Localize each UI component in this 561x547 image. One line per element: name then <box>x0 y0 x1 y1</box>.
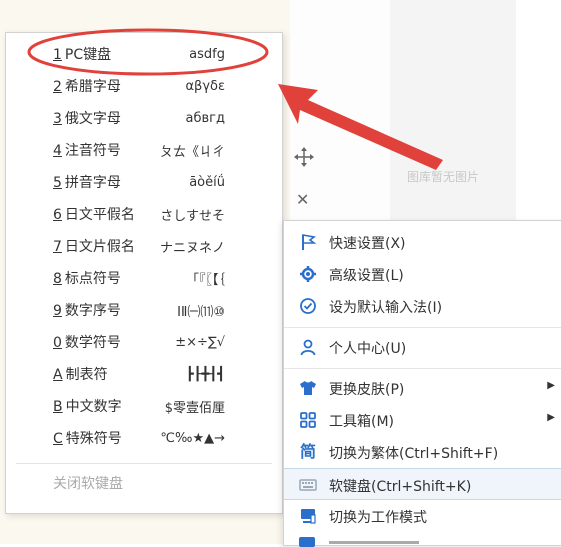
keyboard-menu-item-zhuyin[interactable]: 4 注音符号 ㄆㄊ《ㄐㄔ <box>6 134 282 166</box>
shortcut-key: 6 <box>53 207 62 223</box>
close-soft-keyboard-item[interactable]: 关闭软键盘 <box>53 473 123 493</box>
shortcut-key: 1 <box>53 47 62 63</box>
keyboard-sample: ⅠⅡ㈠⑾⑩ <box>177 304 225 320</box>
person-icon <box>300 339 316 356</box>
keyboard-menu-item-special-symbols[interactable]: C 特殊符号 ℃‰★▲→ <box>6 422 282 454</box>
keyboard-name: 日文片假名 <box>64 239 135 255</box>
menu-divider <box>284 327 561 328</box>
shortcut-key: 9 <box>53 303 62 319</box>
keyboard-menu-item-punctuation[interactable]: 8 标点符号 「『〖【｛ <box>6 262 282 294</box>
keyboard-sample: 「『〖【｛ <box>185 272 225 288</box>
submenu-arrow-icon: ▶ <box>547 380 555 391</box>
keyboard-sample: ±×÷∑√ <box>175 334 225 350</box>
shortcut-key: 7 <box>53 239 62 255</box>
keyboard-name: 数学符号 <box>64 335 121 351</box>
keyboard-menu-item-hiragana[interactable]: 6 日文平假名 さしすせそ <box>6 198 282 230</box>
keyboard-menu-item-table-chars[interactable]: A 制表符 ┣┠╋┨┫ <box>6 358 282 390</box>
menu-divider <box>16 463 272 464</box>
shortcut-key: 2 <box>53 79 62 95</box>
keyboard-name: 俄文字母 <box>64 111 121 127</box>
menu-item-label: 设为默认输入法(I) <box>329 300 443 316</box>
grid-icon <box>300 412 316 428</box>
keyboard-name: PC键盘 <box>64 47 112 63</box>
ime-context-menu: 快速设置(X) 高级设置(L) 设为默认输入法(I) 个人中心(U) 更换皮肤(… <box>283 220 561 547</box>
keyboard-menu-item-pinyin[interactable]: 5 拼音字母 āòěíǘ <box>6 166 282 198</box>
keyboard-name: 拼音字母 <box>64 175 121 191</box>
menu-item-toolbox[interactable]: 工具箱(M) ▶ <box>284 404 561 436</box>
keyboard-name: 中文数字 <box>65 399 122 415</box>
shortcut-key: C <box>53 431 63 447</box>
menu-item-personal-center[interactable]: 个人中心(U) <box>284 331 561 363</box>
menu-item-label: 高级设置(L) <box>329 268 404 284</box>
menu-item-advanced-settings[interactable]: 高级设置(L) <box>284 258 561 290</box>
shortcut-key: A <box>53 367 63 383</box>
menu-item-label: 个人中心(U) <box>329 341 407 357</box>
menu-item-work-mode[interactable]: 切换为工作模式 <box>284 500 561 532</box>
menu-item-label: 切换为工作模式 <box>329 510 427 526</box>
menu-item-label: 软键盘(Ctrl+Shift+K) <box>329 479 472 495</box>
keyboard-sample: $零壹佰厘 <box>164 400 225 416</box>
keyboard-menu-item-chinese-numbers[interactable]: B 中文数字 $零壹佰厘 <box>6 390 282 422</box>
keyboard-menu-item-pc[interactable]: 1 PC键盘 asdfg <box>6 38 282 70</box>
keyboard-sample: ナニヌネノ <box>159 240 225 256</box>
soft-keyboard-menu: 1 PC键盘 asdfg 2 希腊字母 αβγδε 3 俄文字母 абвгд 4 注音符… <box>5 32 283 514</box>
keyboard-menu-item-math[interactable]: 0 数学符号 ±×÷∑√ <box>6 326 282 358</box>
keyboard-name: 注音符号 <box>64 143 121 159</box>
keyboard-name: 希腊字母 <box>64 79 121 95</box>
close-icon[interactable]: ✕ <box>296 190 309 209</box>
menu-item-quick-settings[interactable]: 快速设置(X) <box>284 226 561 258</box>
menu-item-label: 快速设置(X) <box>329 236 406 252</box>
menu-item-set-default[interactable]: 设为默认输入法(I) <box>284 290 561 322</box>
submenu-arrow-icon: ▶ <box>547 412 555 423</box>
keyboard-name: 标点符号 <box>64 271 121 287</box>
menu-item-change-skin[interactable]: 更换皮肤(P) ▶ <box>284 372 561 404</box>
shortcut-key: 0 <box>53 335 62 351</box>
gear-icon <box>300 266 316 282</box>
no-image-text: 图库暂无图片 <box>407 170 480 184</box>
keyboard-sample: ℃‰★▲→ <box>160 430 225 446</box>
flag-icon <box>302 234 317 250</box>
keyboard-menu-item-greek[interactable]: 2 希腊字母 αβγδε <box>6 70 282 102</box>
traditional-char-icon: 简 <box>299 442 316 461</box>
keyboard-icon <box>299 479 317 491</box>
menu-divider <box>284 368 561 369</box>
menu-item-soft-keyboard[interactable]: 软键盘(Ctrl+Shift+K) <box>284 468 561 500</box>
menu-item-switch-traditional[interactable]: 简 切换为繁体(Ctrl+Shift+F) <box>284 436 561 468</box>
shortcut-key: 4 <box>53 143 62 159</box>
check-circle-icon <box>300 298 316 314</box>
partial-menu-icon <box>299 537 315 547</box>
keyboard-sample: абвгд <box>185 110 225 126</box>
keyboard-sample: ㄆㄊ《ㄐㄔ <box>159 144 225 160</box>
shirt-icon <box>300 381 316 395</box>
keyboard-menu-item-katakana[interactable]: 7 日文片假名 ナニヌネノ <box>6 230 282 262</box>
shortcut-key: 8 <box>53 271 62 287</box>
keyboard-menu-item-number-sequence[interactable]: 9 数字序号 ⅠⅡ㈠⑾⑩ <box>6 294 282 326</box>
keyboard-sample: さしすせそ <box>160 208 225 224</box>
menu-item-label: 切换为繁体(Ctrl+Shift+F) <box>329 446 499 462</box>
keyboard-menu-item-russian[interactable]: 3 俄文字母 абвгд <box>6 102 282 134</box>
keyboard-sample: asdfg <box>189 46 225 62</box>
shortcut-key: 5 <box>53 175 62 191</box>
shortcut-key: 3 <box>53 111 62 127</box>
shortcut-key: B <box>53 399 63 415</box>
menu-item-label: 更换皮肤(P) <box>329 382 405 398</box>
keyboard-name: 制表符 <box>65 367 108 383</box>
keyboard-sample: ┣┠╋┨┫ <box>185 366 225 382</box>
keyboard-name: 数字序号 <box>64 303 121 319</box>
partial-menu-item <box>329 539 429 547</box>
move-icon[interactable] <box>293 146 315 168</box>
menu-item-label: 工具箱(M) <box>329 414 395 430</box>
keyboard-name: 特殊符号 <box>65 431 122 447</box>
keyboard-sample: āòěíǘ <box>189 174 225 190</box>
keyboard-name: 日文平假名 <box>64 207 135 223</box>
work-mode-icon <box>301 509 316 524</box>
keyboard-sample: αβγδε <box>185 78 225 94</box>
